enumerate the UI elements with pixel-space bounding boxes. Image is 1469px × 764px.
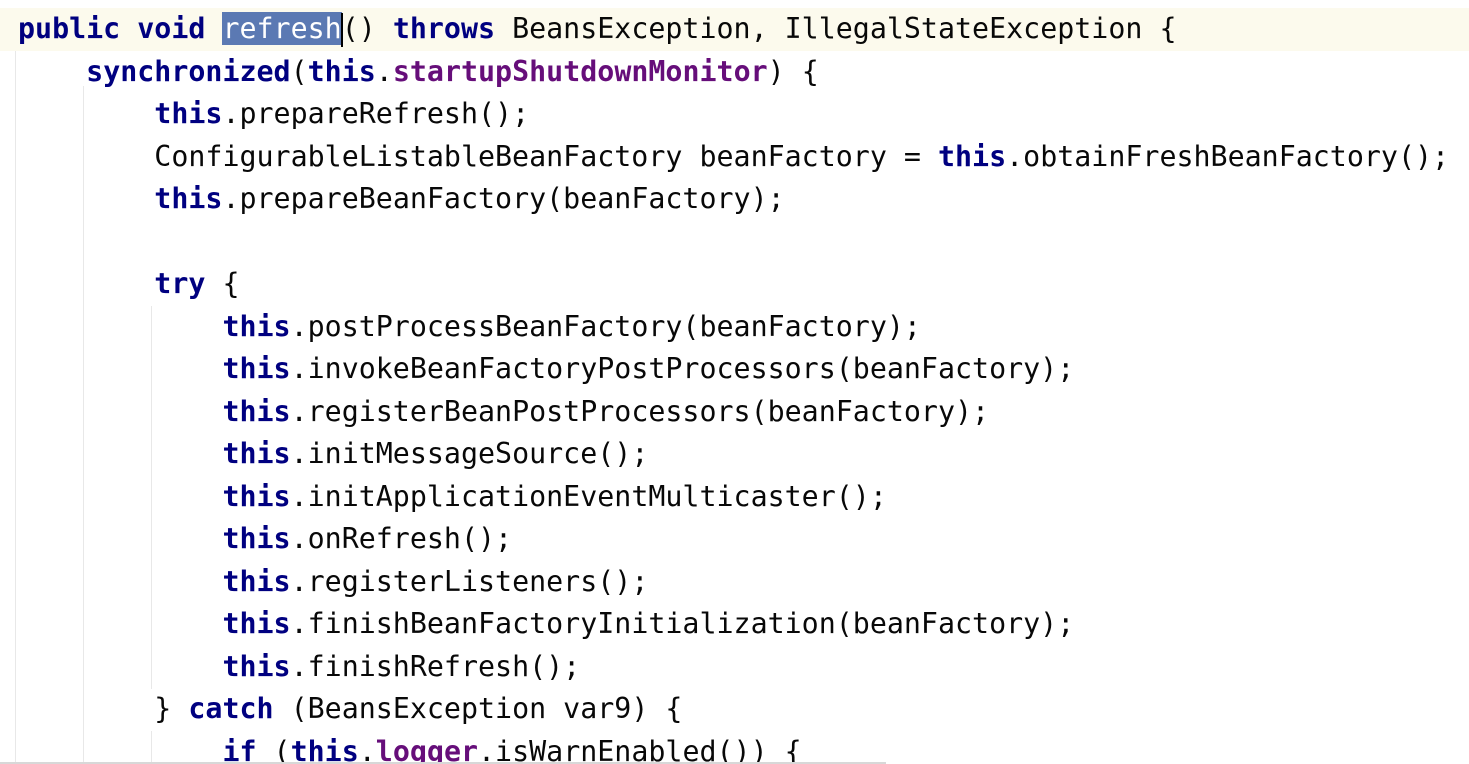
- code-line-content: this.postProcessBeanFactory(beanFactory)…: [18, 306, 921, 349]
- code-line-content: this.finishRefresh();: [18, 646, 580, 689]
- code-token: ConfigurableListableBeanFactory beanFact…: [154, 139, 938, 173]
- keyword-token: this: [222, 607, 291, 640]
- code-line[interactable]: synchronized(this.startupShutdownMonitor…: [0, 51, 1469, 94]
- code-line[interactable]: if (this.logger.isWarnEnabled()) {: [0, 731, 1469, 764]
- code-token: .prepareBeanFactory(beanFactory);: [222, 182, 785, 215]
- code-token: .: [375, 54, 393, 88]
- keyword-token: this: [307, 54, 376, 88]
- code-editor[interactable]: public void refresh() throws BeansExcept…: [0, 0, 1469, 764]
- code-line[interactable]: this.postProcessBeanFactory(beanFactory)…: [0, 306, 1469, 349]
- selected-text: refresh: [222, 12, 342, 45]
- code-line[interactable]: this.registerListeners();: [0, 561, 1469, 604]
- code-token: {: [205, 267, 240, 300]
- code-line[interactable]: try {: [0, 263, 1469, 306]
- code-line-content: this.registerBeanPostProcessors(beanFact…: [18, 391, 989, 434]
- field-token: startupShutdownMonitor: [392, 54, 768, 88]
- code-line[interactable]: ConfigurableListableBeanFactory beanFact…: [0, 136, 1469, 179]
- code-token: }: [154, 692, 189, 725]
- keyword-token: this: [222, 437, 291, 470]
- code-line[interactable]: this.prepareBeanFactory(beanFactory);: [0, 178, 1469, 221]
- code-line-content: synchronized(this.startupShutdownMonitor…: [18, 51, 819, 94]
- keyword-token: this: [154, 97, 223, 130]
- code-line-content: this.prepareBeanFactory(beanFactory);: [18, 178, 785, 221]
- keyword-token: this: [222, 394, 291, 428]
- code-token: .postProcessBeanFactory(beanFactory);: [290, 309, 921, 343]
- code-token: (): [341, 12, 393, 45]
- code-token: .finishRefresh();: [290, 649, 581, 683]
- code-token: .invokeBeanFactoryPostProcessors(beanFac…: [290, 352, 1075, 385]
- code-line[interactable]: } catch (BeansException var9) {: [0, 688, 1469, 731]
- code-line-content: this.initMessageSource();: [18, 433, 648, 476]
- code-line[interactable]: [0, 221, 1469, 264]
- code-line-content: this.onRefresh();: [18, 518, 512, 561]
- code-token: .initMessageSource();: [290, 437, 649, 470]
- keyword-token: throws: [392, 12, 496, 45]
- code-line[interactable]: public void refresh() throws BeansExcept…: [0, 8, 1469, 51]
- code-line-content: public void refresh() throws BeansExcept…: [18, 8, 1176, 51]
- keyword-token: this: [222, 649, 291, 683]
- keyword-token: this: [222, 352, 291, 385]
- code-line-content: this.initApplicationEventMulticaster();: [18, 476, 887, 519]
- code-line-content: this.registerListeners();: [18, 561, 648, 604]
- field-token: logger: [375, 734, 479, 764]
- code-line[interactable]: this.registerBeanPostProcessors(beanFact…: [0, 391, 1469, 434]
- code-token: .onRefresh();: [290, 522, 513, 555]
- code-line[interactable]: this.invokeBeanFactoryPostProcessors(bea…: [0, 348, 1469, 391]
- code-token: ) {: [767, 54, 819, 88]
- keyword-token: if: [222, 734, 257, 764]
- code-line[interactable]: this.initApplicationEventMulticaster();: [0, 476, 1469, 519]
- keyword-token: try: [154, 267, 206, 300]
- keyword-token: this: [290, 734, 359, 764]
- keyword-token: catch: [188, 692, 274, 725]
- code-line[interactable]: this.finishBeanFactoryInitialization(bea…: [0, 603, 1469, 646]
- code-token: .registerListeners();: [290, 564, 649, 598]
- code-line[interactable]: this.prepareRefresh();: [0, 93, 1469, 136]
- code-token: .: [358, 734, 376, 764]
- code-line-content: this.prepareRefresh();: [18, 93, 529, 136]
- code-line[interactable]: this.finishRefresh();: [0, 646, 1469, 689]
- keyword-token: this: [222, 564, 291, 598]
- keyword-token: this: [154, 182, 223, 215]
- keyword-token: this: [222, 479, 291, 513]
- code-line-content: } catch (BeansException var9) {: [18, 688, 682, 731]
- keyword-token: this: [222, 522, 291, 555]
- code-line-content: this.finishBeanFactoryInitialization(bea…: [18, 603, 1074, 646]
- code-token: .finishBeanFactoryInitialization(beanFac…: [290, 607, 1075, 640]
- code-token: (: [290, 54, 308, 88]
- code-token: (: [256, 734, 291, 764]
- keyword-token: public void: [18, 12, 223, 45]
- code-token: .prepareRefresh();: [222, 97, 530, 130]
- code-token: .initApplicationEventMulticaster();: [290, 479, 887, 513]
- code-token: (BeansException var9) {: [273, 692, 683, 725]
- code-line[interactable]: this.onRefresh();: [0, 518, 1469, 561]
- code-line-content: ConfigurableListableBeanFactory beanFact…: [18, 136, 1449, 179]
- code-token: .obtainFreshBeanFactory();: [1006, 139, 1450, 173]
- code-token: BeansException, IllegalStateException {: [495, 12, 1177, 45]
- code-line[interactable]: this.initMessageSource();: [0, 433, 1469, 476]
- code-token: .isWarnEnabled()) {: [478, 734, 802, 764]
- code-line-content: this.invokeBeanFactoryPostProcessors(bea…: [18, 348, 1074, 391]
- code-line-content: if (this.logger.isWarnEnabled()) {: [18, 731, 802, 764]
- keyword-token: this: [937, 139, 1007, 173]
- keyword-token: this: [222, 309, 291, 343]
- code-line-content: try {: [18, 263, 239, 306]
- code-token: .registerBeanPostProcessors(beanFactory)…: [290, 394, 990, 428]
- keyword-token: synchronized: [86, 54, 291, 88]
